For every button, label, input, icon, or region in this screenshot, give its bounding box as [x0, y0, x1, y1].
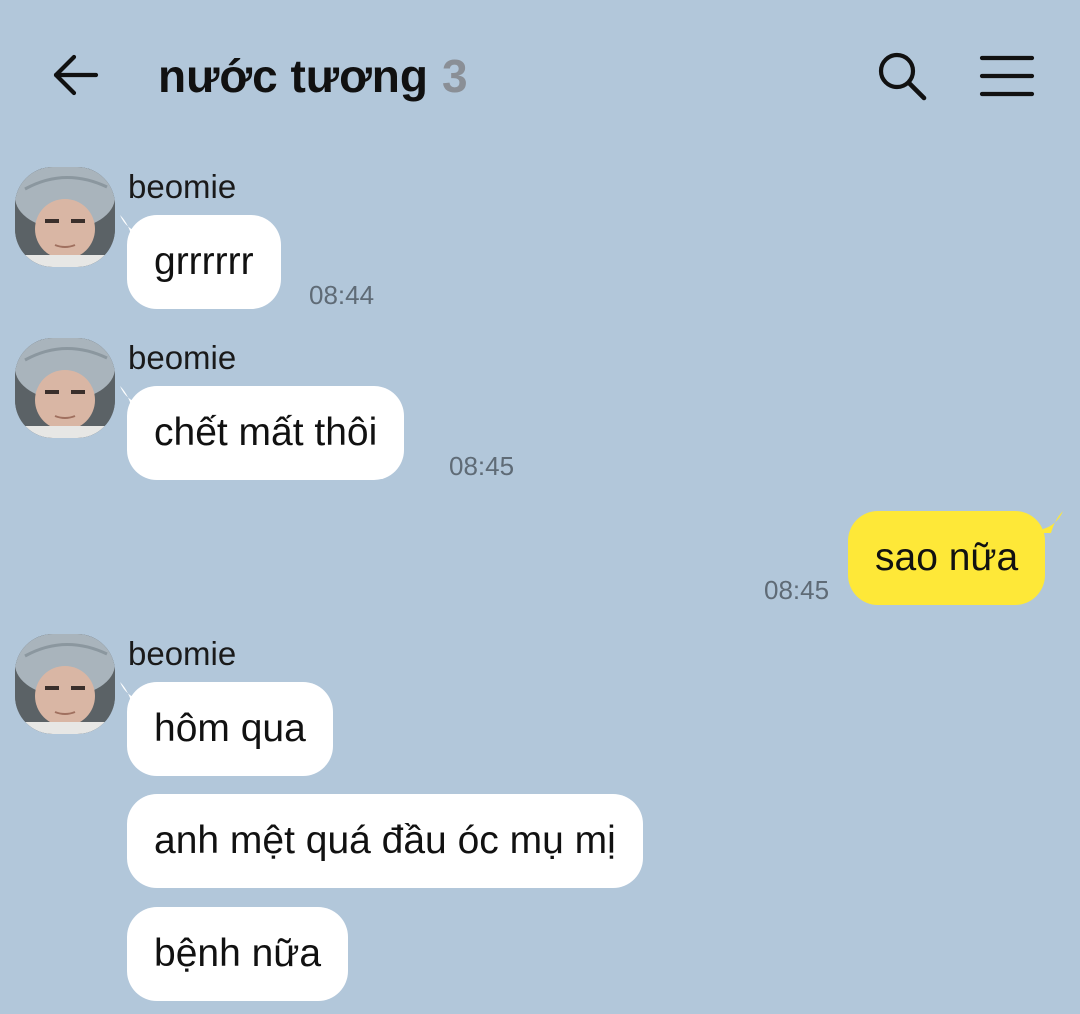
sender-name: beomie: [128, 168, 237, 205]
menu-button[interactable]: [978, 48, 1036, 104]
sender-name: beomie: [128, 635, 237, 672]
chat-room-name: nước tương: [158, 50, 429, 102]
chat-title[interactable]: nước tương 3: [158, 44, 468, 108]
sender-name: beomie: [128, 339, 237, 376]
message-timestamp: 08:45: [764, 575, 830, 605]
search-icon: [878, 52, 927, 101]
avatar[interactable]: [15, 167, 115, 267]
search-button[interactable]: [874, 48, 930, 104]
my-message-bubble[interactable]: sao nữa: [848, 511, 1046, 605]
bubble-tail: [1043, 511, 1063, 533]
member-count: 3: [442, 50, 468, 102]
chat-header: nước tương 3: [0, 0, 1080, 150]
message-bubble[interactable]: grrrrrr: [127, 215, 281, 309]
hamburger-menu-icon: [979, 55, 1035, 97]
message-timestamp: 08:44: [309, 280, 375, 310]
message-bubble[interactable]: chết mất thôi: [127, 386, 405, 480]
message-timestamp: 08:45: [449, 451, 515, 481]
message-bubble[interactable]: anh mệt quá đầu óc mụ mị: [127, 794, 643, 888]
avatar[interactable]: [15, 634, 115, 734]
back-button[interactable]: [48, 48, 104, 104]
arrow-left-icon: [53, 54, 99, 96]
message-bubble[interactable]: bệnh nữa: [127, 907, 349, 1001]
avatar[interactable]: [15, 338, 115, 438]
message-bubble[interactable]: hôm qua: [127, 682, 333, 776]
